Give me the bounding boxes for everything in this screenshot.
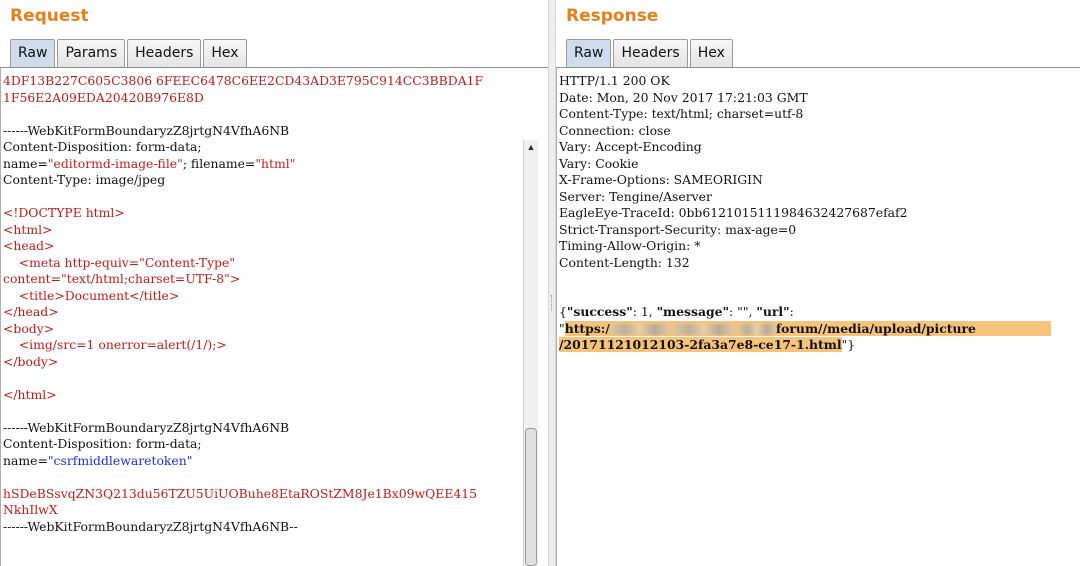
json-message-key: "message" (656, 304, 730, 319)
request-scroll-thumb[interactable] (525, 428, 537, 566)
request-line: Content-Disposition: form-data; (3, 436, 202, 451)
request-scrollbar[interactable]: ▲ (523, 140, 538, 566)
request-line: ------WebKitFormBoundaryzZ8jrtgN4VfhA6NB (3, 122, 290, 138)
json-success-key: "success" (566, 304, 633, 319)
response-tab-hex[interactable]: Hex (689, 39, 733, 67)
request-line: <img/src=1 onerror=alert(/1/);> (3, 337, 227, 352)
request-line: "csrfmiddlewaretoken" (47, 452, 193, 468)
response-header-line: Vary: Accept-Encoding (559, 139, 702, 154)
response-tab-raw[interactable]: Raw (566, 39, 612, 67)
request-line: </html> (3, 386, 57, 402)
response-header-line: EagleEye-TraceId: 0bb6121015111984632427… (559, 205, 908, 220)
json-open-brace: { (559, 304, 567, 319)
response-title: Response (566, 6, 659, 26)
response-header-line: Server: Tengine/Aserver (559, 188, 712, 204)
request-line: </head> (3, 304, 59, 319)
response-header-line: Vary: Cookie (559, 155, 639, 171)
response-tabs: Raw Headers Hex (566, 39, 735, 67)
json-success-sep: : 1, (632, 304, 657, 319)
request-line: "editormd-image-file" (47, 155, 183, 171)
response-header-line: HTTP/1.1 200 OK (559, 73, 670, 88)
request-line: Content-Disposition: form-data; (3, 139, 202, 154)
redacted-blur-icon (737, 323, 776, 335)
request-title: Request (10, 6, 89, 26)
request-line: name= (3, 155, 48, 171)
redacted-blur-icon (609, 323, 670, 335)
json-message-sep: : "", (729, 304, 757, 319)
response-panel: Response Raw Headers Hex HTTP/1.1 200 OK… (556, 0, 1080, 566)
request-line: content="text/html;charset=UTF-8"> (3, 271, 241, 286)
url-redaction (609, 320, 776, 336)
request-tabs: Raw Params Headers Hex (10, 39, 249, 67)
request-line: </body> (3, 353, 59, 369)
request-line: ; filename= (182, 155, 256, 171)
request-line: <head> (3, 238, 55, 253)
json-url-key: "url" (756, 304, 790, 319)
request-line: ------WebKitFormBoundaryzZ8jrtgN4VfhA6NB (3, 419, 290, 435)
request-line: name= (3, 452, 48, 468)
response-editor[interactable]: HTTP/1.1 200 OK Date: Mon, 20 Nov 2017 1… (556, 67, 1080, 566)
response-header-line: Date: Mon, 20 Nov 2017 17:21:03 GMT (559, 89, 808, 105)
request-line: <meta http-equiv="Content-Type" (3, 254, 236, 270)
url-highlight-tail (975, 320, 1051, 336)
json-url-value-part1: https:/ (564, 320, 610, 336)
response-header-line: Content-Length: 132 (559, 254, 690, 270)
json-url-quote: " (559, 320, 565, 336)
request-line: NkhIlwX (3, 502, 58, 517)
request-tab-params[interactable]: Params (57, 39, 126, 67)
json-url-value-part2: forum//media/upload/picture (775, 320, 976, 336)
request-editor[interactable]: 4DF13B227C605C3806 6FEEC6478C6EE2CD43AD3… (0, 67, 548, 566)
request-line: <body> (3, 320, 55, 336)
response-tab-headers[interactable]: Headers (613, 39, 688, 67)
request-line: Content-Type: image/jpeg (3, 172, 166, 187)
splitter-grip-icon (551, 295, 554, 311)
response-header-line: Connection: close (559, 122, 671, 138)
request-tab-hex[interactable]: Hex (203, 39, 247, 67)
response-header-line: X-Frame-Options: SAMEORIGIN (559, 172, 763, 187)
json-url-colon: : (789, 304, 794, 319)
redacted-blur-icon (673, 323, 734, 335)
response-header-line: Content-Type: text/html; charset=utf-8 (559, 106, 804, 121)
request-line: <html> (3, 221, 53, 237)
request-line: <!DOCTYPE html> (3, 205, 125, 220)
request-line: 4DF13B227C605C3806 6FEEC6478C6EE2CD43AD3… (3, 73, 484, 88)
request-line: ------WebKitFormBoundaryzZ8jrtgN4VfhA6NB… (3, 518, 298, 534)
request-line: <title>Document</title> (3, 287, 180, 303)
request-line: 1F56E2A09EDA20420B976E8D (3, 89, 204, 105)
request-tab-headers[interactable]: Headers (127, 39, 202, 67)
request-panel: Request Raw Params Headers Hex 4DF13B227… (0, 0, 548, 566)
request-line: hSDeBSsvqZN3Q213du56TZU5UiUOBuhe8EtaROSt… (3, 485, 478, 501)
response-header-line: Timing-Allow-Origin: * (559, 238, 701, 253)
scroll-up-arrow-icon[interactable]: ▲ (524, 140, 538, 154)
response-header-line: Strict-Transport-Security: max-age=0 (559, 221, 797, 237)
json-url-value-part3: /20171121012103-2fa3a7e8-ce17-1.html (559, 337, 842, 352)
request-tab-raw[interactable]: Raw (10, 39, 56, 67)
json-close: "} (841, 337, 856, 352)
request-line: "html" (255, 155, 296, 171)
pane-splitter[interactable] (548, 0, 556, 566)
